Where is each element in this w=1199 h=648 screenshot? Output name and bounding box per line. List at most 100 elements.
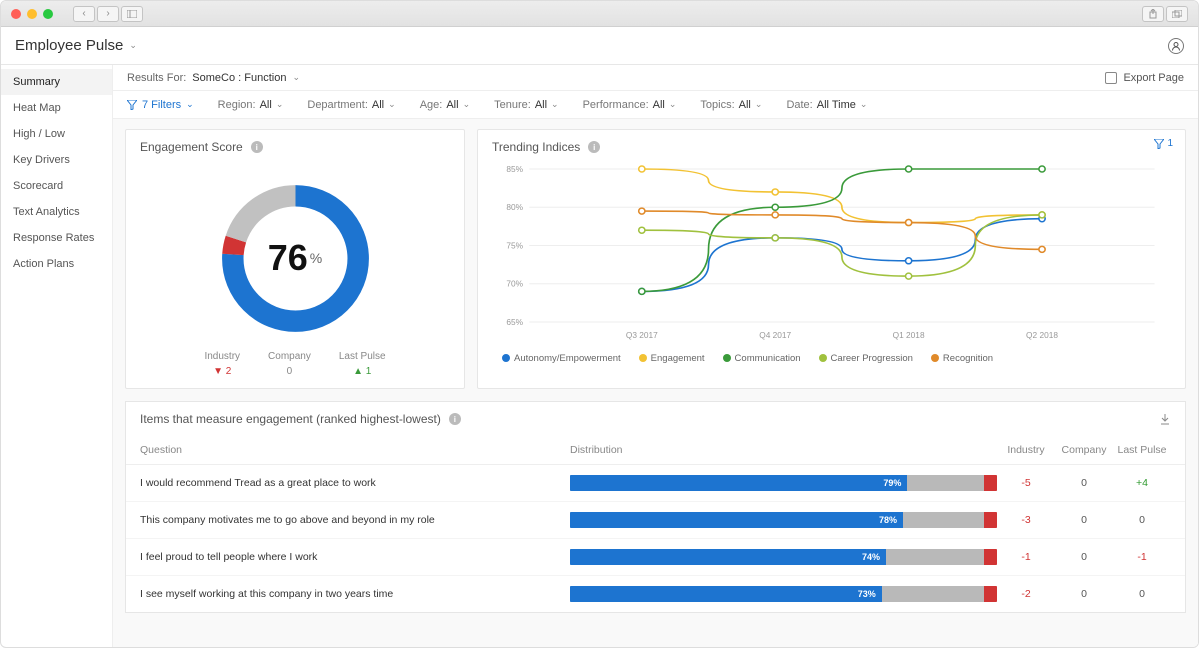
- results-for-value[interactable]: SomeCo : Function: [192, 72, 286, 84]
- filter-department[interactable]: Department: All ⌄: [307, 99, 395, 111]
- sidebar-item-key-drivers[interactable]: Key Drivers: [1, 147, 112, 173]
- col-distribution: Distribution: [570, 444, 997, 456]
- maximize-icon[interactable]: [43, 9, 53, 19]
- card-title: Trending Indices: [492, 140, 580, 154]
- titlebar: ‹ ›: [1, 1, 1198, 27]
- legend-item[interactable]: Autonomy/Empowerment: [502, 353, 621, 364]
- svg-text:75%: 75%: [506, 242, 523, 251]
- funnel-icon: [1154, 139, 1164, 149]
- delta-last-pulse: 0: [1113, 514, 1171, 526]
- chart-filter-button[interactable]: 1: [1154, 138, 1173, 149]
- results-for-row: Results For: SomeCo : Function ⌄ Export …: [113, 65, 1198, 91]
- item-question: I see myself working at this company in …: [140, 588, 570, 600]
- tabs-button[interactable]: [1166, 6, 1188, 22]
- score-meta-last-pulse: Last Pulse▲ 1: [339, 351, 386, 377]
- engagement-donut: 76%: [213, 176, 378, 341]
- app-window: ‹ › Employee Pulse ⌄ SummaryHeat Ma: [0, 0, 1199, 648]
- item-question: I would recommend Tread as a great place…: [140, 477, 570, 489]
- distribution-bar: 73%: [570, 586, 997, 602]
- info-icon[interactable]: i: [251, 141, 263, 153]
- sidebar-item-scorecard[interactable]: Scorecard: [1, 173, 112, 199]
- score-meta-company: Company0: [268, 351, 311, 377]
- delta-last-pulse: 0: [1113, 588, 1171, 600]
- filter-age[interactable]: Age: All ⌄: [420, 99, 470, 111]
- svg-text:85%: 85%: [506, 165, 523, 174]
- engagement-score-card: Engagement Score i 76% Industry▼ 2Compan…: [125, 129, 465, 389]
- share-button[interactable]: [1142, 6, 1164, 22]
- legend-item[interactable]: Engagement: [639, 353, 705, 364]
- card-title: Items that measure engagement (ranked hi…: [140, 412, 441, 426]
- delta-company: 0: [1055, 551, 1113, 563]
- distribution-bar: 74%: [570, 549, 997, 565]
- item-question: This company motivates me to go above an…: [140, 514, 570, 526]
- delta-industry: -2: [997, 588, 1055, 600]
- nav-buttons: ‹ ›: [73, 6, 143, 22]
- export-page-button[interactable]: Export Page: [1105, 72, 1184, 84]
- svg-text:Q2 2018: Q2 2018: [1026, 331, 1058, 340]
- delta-last-pulse: -1: [1113, 551, 1171, 563]
- chevron-down-icon: ⌄: [129, 40, 137, 51]
- download-icon[interactable]: [1159, 413, 1171, 425]
- info-icon[interactable]: i: [588, 141, 600, 153]
- filter-performance[interactable]: Performance: All ⌄: [583, 99, 677, 111]
- col-company: Company: [1055, 444, 1113, 456]
- close-icon[interactable]: [11, 9, 21, 19]
- export-label: Export Page: [1123, 72, 1184, 84]
- chevron-down-icon: ⌄: [276, 99, 284, 110]
- legend-item[interactable]: Recognition: [931, 353, 993, 364]
- sidebar-item-high-low[interactable]: High / Low: [1, 121, 112, 147]
- item-row[interactable]: I see myself working at this company in …: [126, 576, 1185, 612]
- filter-region[interactable]: Region: All ⌄: [218, 99, 284, 111]
- svg-text:Q4 2017: Q4 2017: [759, 331, 791, 340]
- content: Engagement Score i 76% Industry▼ 2Compan…: [113, 119, 1198, 647]
- results-for-label: Results For:: [127, 72, 186, 84]
- legend-item[interactable]: Career Progression: [819, 353, 913, 364]
- chevron-down-icon: ⌄: [860, 99, 868, 110]
- chevron-down-icon: ⌄: [669, 99, 677, 110]
- window-controls: [11, 9, 53, 19]
- item-question: I feel proud to tell people where I work: [140, 551, 570, 563]
- distribution-bar: 79%: [570, 475, 997, 491]
- nav-forward-button[interactable]: ›: [97, 6, 119, 22]
- minimize-icon[interactable]: [27, 9, 37, 19]
- info-icon[interactable]: i: [449, 413, 461, 425]
- trending-indices-card: Trending Indices i 1 65%70%75%80%85%Q3 2…: [477, 129, 1186, 389]
- item-row[interactable]: I would recommend Tread as a great place…: [126, 465, 1185, 502]
- filter-topics[interactable]: Topics: All ⌄: [700, 99, 762, 111]
- filter-tenure[interactable]: Tenure: All ⌄: [494, 99, 558, 111]
- engagement-score-value: 76%: [213, 176, 378, 341]
- delta-company: 0: [1055, 514, 1113, 526]
- chevron-down-icon: ⌄: [186, 99, 194, 110]
- page-title-dropdown[interactable]: Employee Pulse ⌄: [15, 37, 137, 54]
- filters-count-button[interactable]: 7 Filters ⌄: [127, 99, 194, 111]
- sidebar-toggle-button[interactable]: [121, 6, 143, 22]
- chevron-down-icon: ⌄: [388, 99, 396, 110]
- filters-row: 7 Filters ⌄ Region: All ⌄ Department: All…: [113, 91, 1198, 119]
- delta-company: 0: [1055, 588, 1113, 600]
- filter-date[interactable]: Date: All Time ⌄: [786, 99, 867, 111]
- sidebar: SummaryHeat MapHigh / LowKey DriversScor…: [1, 65, 113, 647]
- sidebar-item-summary[interactable]: Summary: [1, 69, 112, 95]
- svg-text:70%: 70%: [506, 280, 523, 289]
- chevron-down-icon: ⌄: [551, 99, 559, 110]
- main-area: Results For: SomeCo : Function ⌄ Export …: [113, 65, 1198, 647]
- sidebar-item-text-analytics[interactable]: Text Analytics: [1, 199, 112, 225]
- chevron-down-icon: ⌄: [292, 72, 300, 83]
- chevron-down-icon: ⌄: [755, 99, 763, 110]
- user-menu[interactable]: [1168, 38, 1184, 54]
- page-title-bar: Employee Pulse ⌄: [1, 27, 1198, 65]
- sidebar-item-heat-map[interactable]: Heat Map: [1, 95, 112, 121]
- delta-industry: -3: [997, 514, 1055, 526]
- col-question: Question: [140, 444, 570, 456]
- items-table-header: Question Distribution Industry Company L…: [126, 436, 1185, 465]
- col-last-pulse: Last Pulse: [1113, 444, 1171, 456]
- svg-text:80%: 80%: [506, 203, 523, 212]
- sidebar-item-action-plans[interactable]: Action Plans: [1, 251, 112, 277]
- distribution-bar: 78%: [570, 512, 997, 528]
- legend-item[interactable]: Communication: [723, 353, 801, 364]
- sidebar-item-response-rates[interactable]: Response Rates: [1, 225, 112, 251]
- item-row[interactable]: This company motivates me to go above an…: [126, 502, 1185, 539]
- nav-back-button[interactable]: ‹: [73, 6, 95, 22]
- page-title: Employee Pulse: [15, 37, 123, 54]
- item-row[interactable]: I feel proud to tell people where I work…: [126, 539, 1185, 576]
